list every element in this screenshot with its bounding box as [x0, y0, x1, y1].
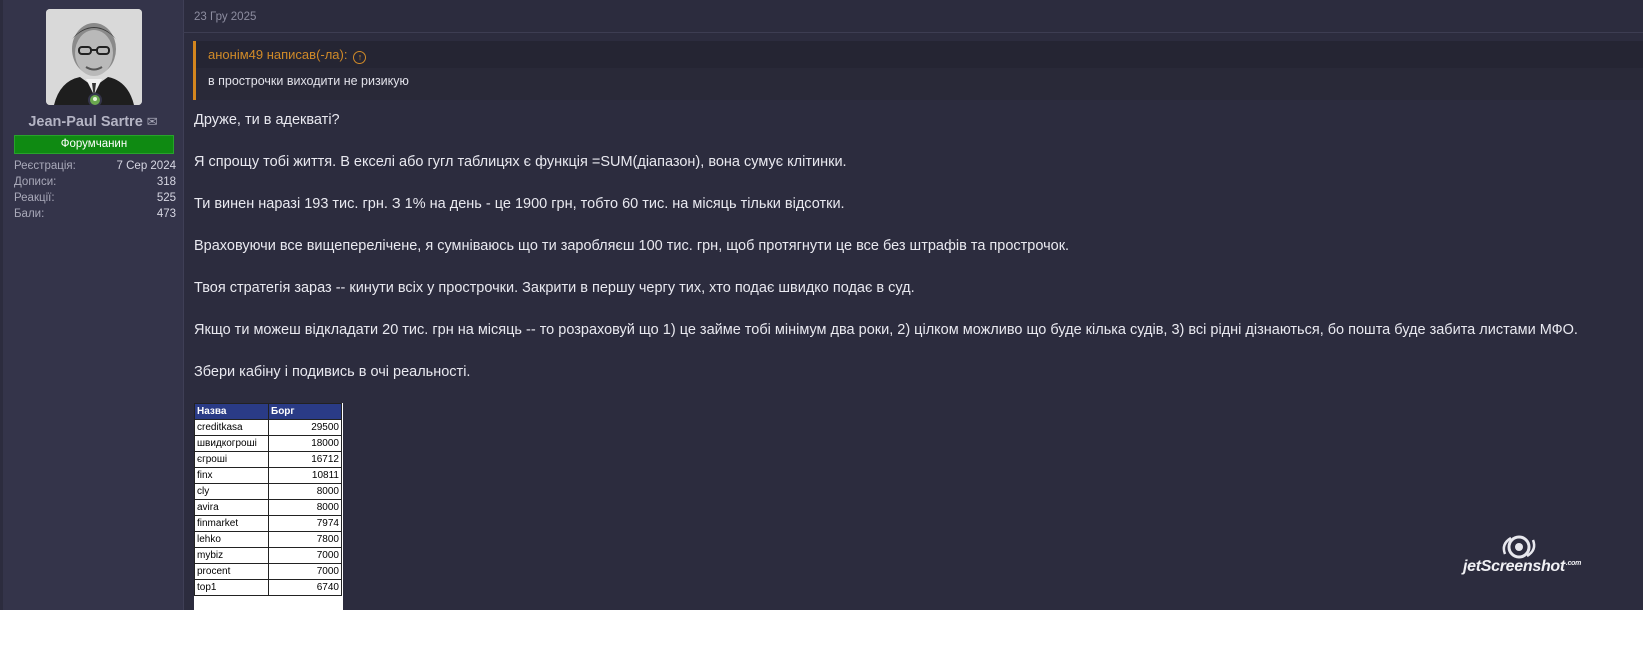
quote-header[interactable]: анонім49 написав(-ла): ↑ [196, 41, 1643, 68]
stat-label: Бали: [14, 208, 45, 220]
cell-name: procent [194, 563, 269, 580]
table-row: avira 8000 [194, 499, 342, 516]
cell-name: avira [194, 499, 269, 516]
cell-name: cly [194, 483, 269, 500]
stat-row-points: Бали: 473 [14, 208, 176, 224]
cell-debt: 29500 [268, 419, 342, 436]
quote-text: в прострочки виходити не ризикую [208, 74, 409, 88]
username[interactable]: Jean-Paul Sartre ✉ [3, 114, 183, 130]
cell-debt: 7000 [268, 563, 342, 580]
table-row: lehko 7800 [194, 531, 342, 548]
cell-debt: 6740 [268, 579, 342, 596]
stat-label: Реєстрація: [14, 160, 76, 172]
cell-debt: 7800 [268, 531, 342, 548]
cell-name: finx [194, 467, 269, 484]
post-main: 23 Гру 2025 анонім49 написав(-ла): ↑ в пр… [183, 0, 1643, 610]
message-paragraph: Ти винен наразі 193 тис. грн. З 1% на де… [194, 196, 845, 212]
arrow-up-icon[interactable]: ↑ [353, 51, 367, 64]
cell-debt: 18000 [268, 435, 342, 452]
forum-post: Jean-Paul Sartre ✉ Форумчанин Реєстрація:… [0, 0, 1643, 610]
table-row: finmarket 7974 [194, 515, 342, 532]
quote-block: анонім49 написав(-ла): ↑ в прострочки вих… [193, 41, 1643, 100]
cell-debt: 10811 [268, 467, 342, 484]
divider [183, 32, 1643, 33]
table-row: cly 8000 [194, 483, 342, 500]
cell-debt: 7000 [268, 547, 342, 564]
avatar[interactable] [46, 9, 142, 105]
table-row: top1 6740 [194, 579, 342, 596]
cell-name: top1 [194, 579, 269, 596]
table-row: швидкогроші 18000 [194, 435, 342, 452]
cell-debt: 8000 [268, 483, 342, 500]
column-header-debt: Борг [268, 403, 342, 420]
message-paragraph: Збери кабіну і подивись в очі реальності… [194, 364, 471, 380]
stat-value[interactable]: 473 [157, 208, 176, 224]
user-sidebar: Jean-Paul Sartre ✉ Форумчанин Реєстрація:… [3, 0, 184, 610]
message-paragraph: Твоя стратегія зараз -- кинути всіх у пр… [194, 280, 915, 296]
stat-value: 7 Сер 2024 [116, 160, 176, 172]
quote-author[interactable]: анонім49 написав(-ла): [208, 47, 347, 62]
cell-name: creditkasa [194, 419, 269, 436]
watermark-text: jetScreenshot.com [1463, 558, 1582, 575]
watermark: jetScreenshot.com [1463, 534, 1633, 578]
stat-row-registration: Реєстрація: 7 Сер 2024 [14, 160, 176, 176]
mail-icon[interactable]: ✉ [147, 114, 158, 130]
post-date[interactable]: 23 Гру 2025 [194, 11, 256, 23]
camera-logo-icon [1502, 535, 1536, 559]
cell-name: lehko [194, 531, 269, 548]
cell-debt: 8000 [268, 499, 342, 516]
message-paragraph: Якщо ти можеш відкладати 20 тис. грн на … [194, 322, 1578, 338]
cell-name: швидкогроші [194, 435, 269, 452]
cell-debt: 7974 [268, 515, 342, 532]
stat-label: Реакції: [14, 192, 55, 204]
table-row: mybiz 7000 [194, 547, 342, 564]
stat-row-posts: Дописи: 318 [14, 176, 176, 192]
user-stats: Реєстрація: 7 Сер 2024 Дописи: 318 Реакц… [14, 160, 176, 224]
table-header-row: Назва Борг [194, 403, 342, 420]
table-row: procent 7000 [194, 563, 342, 580]
cell-name: єгроші [194, 451, 269, 468]
username-link[interactable]: Jean-Paul Sartre [28, 114, 142, 130]
message-paragraph: Я спрощу тобі життя. В екселі або гугл т… [194, 154, 847, 170]
user-banner: Форумчанин [14, 135, 174, 154]
online-status-icon [88, 93, 102, 107]
debt-table: Назва Борг creditkasa 29500 швидкогроші 18… [194, 403, 342, 596]
table-row: creditkasa 29500 [194, 419, 342, 436]
column-header-name: Назва [194, 403, 269, 420]
message-paragraph: Враховуючи все вищеперелічене, я сумніва… [194, 238, 1070, 254]
cell-debt: 16712 [268, 451, 342, 468]
cell-name: finmarket [194, 515, 269, 532]
debt-table-image[interactable]: Назва Борг creditkasa 29500 швидкогроші 18… [194, 403, 343, 610]
stat-value: 525 [156, 192, 176, 204]
stat-value[interactable]: 318 [157, 176, 176, 192]
table-row: finx 10811 [194, 467, 342, 484]
table-row: єгроші 16712 [194, 451, 342, 468]
cell-name: mybiz [194, 547, 269, 564]
message-paragraph: Друже, ти в адекваті? [194, 112, 340, 128]
stat-label: Дописи: [14, 176, 57, 188]
message-body: Друже, ти в адекваті? Я спрощу тобі житт… [194, 108, 1634, 402]
stat-row-reactions: Реакції: 525 [14, 192, 176, 208]
